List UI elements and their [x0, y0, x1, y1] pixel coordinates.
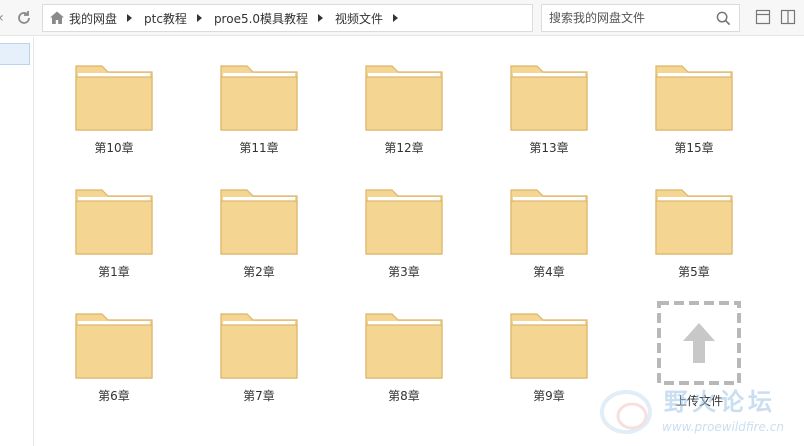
search-icon[interactable] — [716, 11, 731, 26]
folder-item[interactable]: 第8章 — [359, 308, 449, 418]
breadcrumb-item-video[interactable]: 视频文件 — [335, 10, 383, 27]
folder-item[interactable]: 第7章 — [214, 308, 304, 418]
watermark-title: 野火论坛 — [664, 388, 776, 416]
folder-icon — [655, 189, 733, 255]
folder-icon — [75, 65, 153, 131]
sidebar — [0, 37, 34, 446]
folder-icon — [365, 313, 443, 379]
folder-item[interactable]: 第3章 — [359, 184, 449, 294]
folder-name: 第15章 — [674, 141, 714, 155]
folder-name: 第7章 — [243, 389, 275, 403]
folder-item[interactable]: 第9章 — [504, 308, 594, 418]
folder-name: 第9章 — [533, 389, 565, 403]
folder-icon — [510, 313, 588, 379]
upload-arrow-icon — [683, 323, 715, 363]
breadcrumb: 我的网盘 ptc教程 proe5.0模具教程 视频文件 — [42, 4, 533, 32]
folder-icon — [75, 313, 153, 379]
breadcrumb-arrow-icon — [318, 14, 324, 22]
folder-icon — [365, 65, 443, 131]
folder-item[interactable]: 第15章 — [649, 60, 739, 170]
home-icon[interactable] — [49, 10, 65, 26]
folder-name: 第13章 — [529, 141, 569, 155]
folder-name: 第11章 — [239, 141, 279, 155]
upload-button[interactable] — [657, 301, 741, 385]
folder-item[interactable]: 第6章 — [69, 308, 159, 418]
folder-icon — [75, 189, 153, 255]
grid-view-icon[interactable] — [780, 9, 796, 25]
folder-name: 第1章 — [98, 265, 130, 279]
watermark-logo-icon — [600, 390, 652, 434]
watermark: 野火论坛 www.proewildfire.cn — [596, 382, 796, 442]
breadcrumb-item-ptc[interactable]: ptc教程 — [144, 10, 187, 27]
breadcrumb-arrow-icon — [196, 14, 202, 22]
folder-item[interactable]: 第12章 — [359, 60, 449, 170]
sidebar-selected-item[interactable] — [0, 43, 30, 65]
folder-name: 第4章 — [533, 265, 565, 279]
watermark-url: www.proewildfire.cn — [662, 420, 784, 434]
folder-item[interactable]: 第2章 — [214, 184, 304, 294]
folder-name: 第12章 — [384, 141, 424, 155]
breadcrumb-item-proe[interactable]: proe5.0模具教程 — [214, 10, 308, 27]
folder-item[interactable]: 第13章 — [504, 60, 594, 170]
folder-icon — [655, 65, 733, 131]
folder-icon — [365, 189, 443, 255]
folder-name: 第5章 — [678, 265, 710, 279]
search-box — [541, 4, 740, 32]
folder-name: 第3章 — [388, 265, 420, 279]
folder-item[interactable]: 第5章 — [649, 184, 739, 294]
folder-item[interactable]: 第4章 — [504, 184, 594, 294]
folder-icon — [510, 189, 588, 255]
folder-name: 第2章 — [243, 265, 275, 279]
breadcrumb-item-root[interactable]: 我的网盘 — [69, 10, 117, 27]
refresh-icon[interactable] — [15, 9, 33, 27]
folder-icon — [220, 313, 298, 379]
folder-item[interactable]: 第1章 — [69, 184, 159, 294]
breadcrumb-arrow-icon — [393, 14, 399, 22]
folder-icon — [220, 65, 298, 131]
list-view-icon[interactable] — [755, 9, 771, 25]
folder-item[interactable]: 第11章 — [214, 60, 304, 170]
folder-icon — [220, 189, 298, 255]
folder-icon — [510, 65, 588, 131]
back-icon[interactable]: ‹ — [0, 9, 10, 27]
folder-name: 第8章 — [388, 389, 420, 403]
folder-name: 第10章 — [94, 141, 134, 155]
search-input[interactable] — [549, 10, 709, 26]
breadcrumb-arrow-icon — [127, 14, 133, 22]
toolbar: ‹ 我的网盘 ptc教程 proe5.0模具教程 视频文件 — [0, 0, 804, 36]
folder-item[interactable]: 第10章 — [69, 60, 159, 170]
folder-name: 第6章 — [98, 389, 130, 403]
